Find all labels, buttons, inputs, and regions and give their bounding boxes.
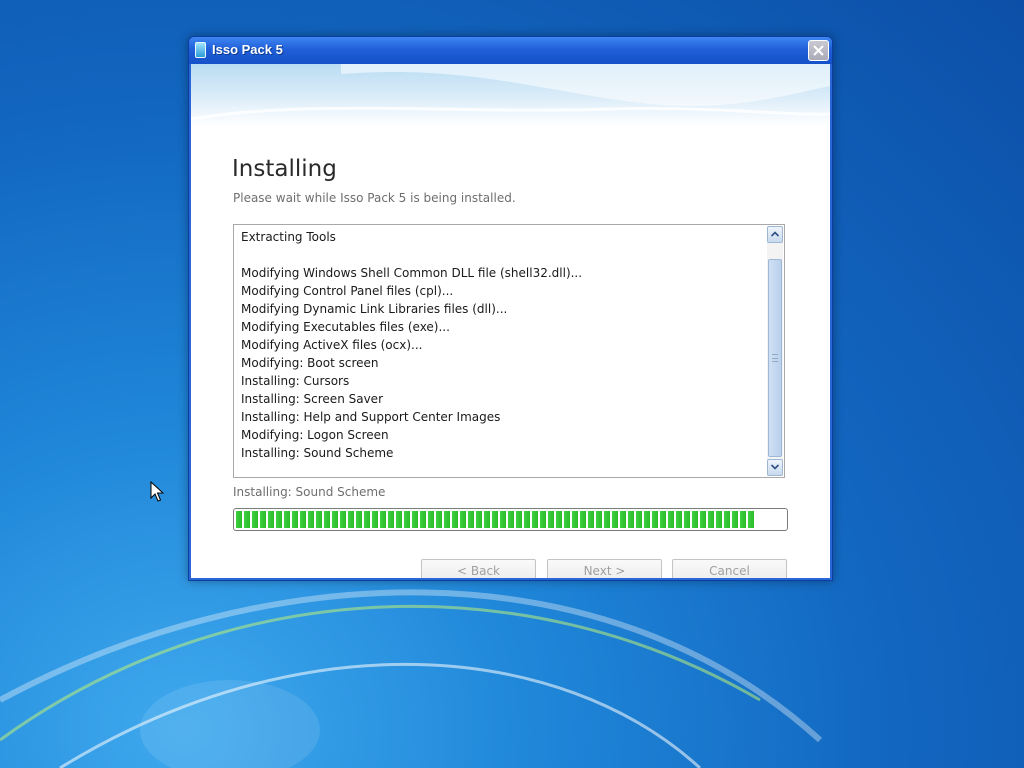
app-icon [195, 42, 206, 58]
scroll-thumb[interactable] [768, 259, 782, 457]
status-text: Installing: Sound Scheme [233, 485, 386, 499]
close-icon [813, 45, 824, 56]
log-line: Installing: Help and Support Center Imag… [241, 410, 501, 424]
log-line: Modifying: Logon Screen [241, 428, 389, 442]
scroll-grip-icon [772, 354, 778, 362]
log-line: Modifying ActiveX files (ocx)... [241, 338, 423, 352]
install-log[interactable]: Extracting Tools Modifying Windows Shell… [233, 224, 785, 478]
progress-fill [236, 511, 755, 528]
log-line [241, 246, 761, 264]
log-line: Modifying: Boot screen [241, 356, 379, 370]
log-line: Installing: Sound Scheme [241, 446, 394, 460]
log-line: Installing: Cursors [241, 374, 350, 388]
page-subheading: Please wait while Isso Pack 5 is being i… [233, 191, 516, 205]
header-banner [191, 64, 830, 126]
install-log-lines: Extracting Tools Modifying Windows Shell… [241, 228, 761, 462]
log-scrollbar[interactable] [767, 226, 783, 476]
log-line: Extracting Tools [241, 230, 336, 244]
page-heading: Installing [232, 156, 337, 182]
log-line: Installing: Screen Saver [241, 392, 383, 406]
next-button[interactable]: Next > [547, 559, 662, 578]
close-button[interactable] [808, 40, 829, 61]
window-titlebar[interactable]: Isso Pack 5 [189, 37, 832, 64]
log-line: Modifying Windows Shell Common DLL file … [241, 266, 583, 280]
chevron-down-icon [771, 464, 779, 470]
scroll-down-button[interactable] [767, 459, 783, 476]
cancel-button[interactable]: Cancel [672, 559, 787, 578]
mouse-pointer-icon [150, 481, 164, 502]
window-client-area: Installing Please wait while Isso Pack 5… [191, 64, 830, 578]
window-title: Isso Pack 5 [212, 42, 283, 57]
installer-window: Isso Pack 5 Installing Please wait while… [188, 36, 833, 581]
chevron-up-icon [771, 231, 779, 237]
log-line: Modifying Dynamic Link Libraries files (… [241, 302, 508, 316]
progress-bar [233, 508, 788, 531]
back-button[interactable]: < Back [421, 559, 536, 578]
log-line: Modifying Executables files (exe)... [241, 320, 450, 334]
log-line: Modifying Control Panel files (cpl)... [241, 284, 454, 298]
scroll-up-button[interactable] [767, 226, 783, 243]
